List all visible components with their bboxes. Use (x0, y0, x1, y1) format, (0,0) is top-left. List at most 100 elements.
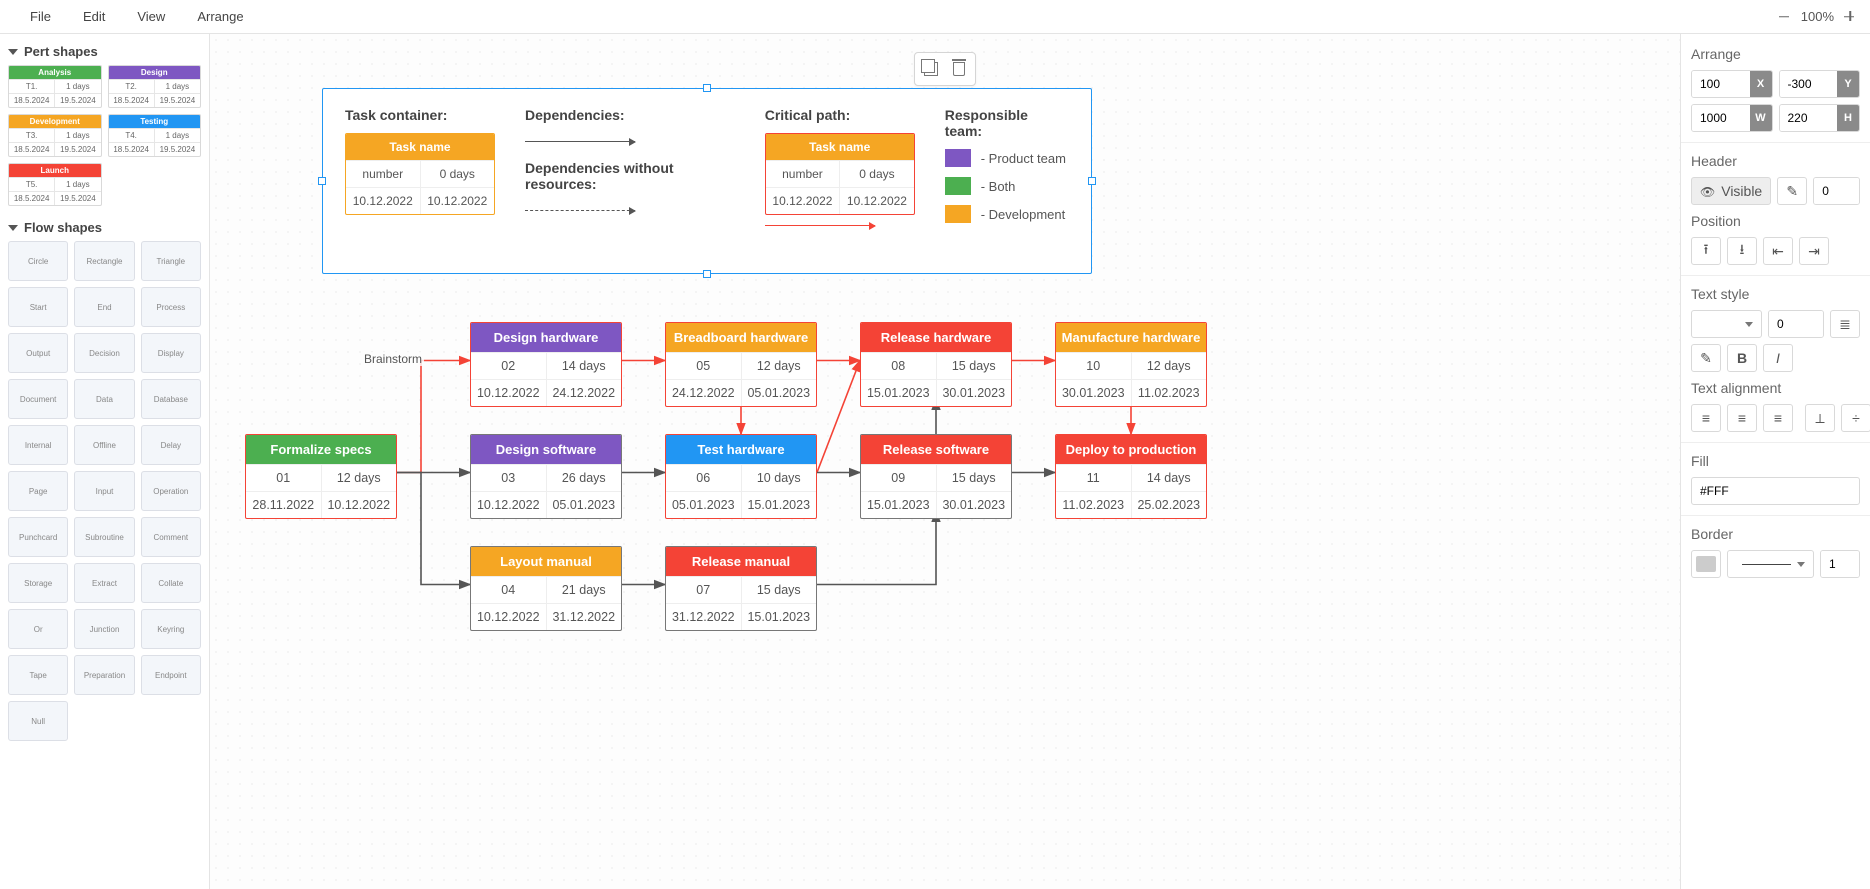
pos-top[interactable]: ⭱ (1691, 237, 1721, 265)
color-swatch (1696, 556, 1716, 572)
border-width-field[interactable] (1820, 550, 1860, 578)
task-card-formalize[interactable]: Formalize specs0112 days28.11.202210.12.… (245, 434, 397, 519)
flow-shape-item[interactable]: Start (8, 287, 68, 327)
section-label: Fill (1691, 453, 1860, 469)
visible-toggle[interactable]: Visible (1691, 177, 1771, 205)
flow-shape-item[interactable]: Process (141, 287, 201, 327)
flow-shape-item[interactable]: Offline (74, 425, 134, 465)
flow-shape-item[interactable]: Decision (74, 333, 134, 373)
task-card-relsw[interactable]: Release software0915 days15.01.202330.01… (860, 434, 1012, 519)
section-label: Position (1691, 213, 1860, 229)
flow-shape-item[interactable]: Document (8, 379, 68, 419)
flow-shape-item[interactable]: Keyring (141, 609, 201, 649)
flow-shape-item[interactable]: Tape (8, 655, 68, 695)
font-select[interactable] (1691, 310, 1762, 338)
flow-shape-item[interactable]: Extract (74, 563, 134, 603)
flow-shape-item[interactable]: Database (141, 379, 201, 419)
task-card-dhw[interactable]: Design hardware0214 days10.12.202224.12.… (470, 322, 622, 407)
flow-shape-item[interactable]: Input (74, 471, 134, 511)
legend-container[interactable]: Task container: Task name number0 days 1… (322, 88, 1092, 274)
canvas[interactable]: Task container: Task name number0 days 1… (210, 34, 1680, 889)
legend-label: Critical path: (765, 107, 915, 123)
valign-bottom[interactable]: ⟂ (1805, 404, 1835, 432)
bold-button[interactable]: B (1727, 344, 1757, 372)
copy-button[interactable] (919, 57, 943, 81)
pert-shape-item[interactable]: DesignT2.1 days18.5.202419.5.2024 (108, 65, 202, 108)
h-field[interactable]: H (1779, 104, 1861, 132)
resize-handle[interactable] (318, 177, 326, 185)
flow-shape-item[interactable]: Subroutine (74, 517, 134, 557)
pert-shape-item[interactable]: DevelopmentT3.1 days18.5.202419.5.2024 (8, 114, 102, 157)
text-color-button[interactable]: ✎ (1691, 344, 1721, 372)
flow-shape-item[interactable]: Collate (141, 563, 201, 603)
pert-shape-item[interactable]: LaunchT5.1 days18.5.202419.5.2024 (8, 163, 102, 206)
pos-right[interactable]: ⇥ (1799, 237, 1829, 265)
flow-shape-item[interactable]: Triangle (141, 241, 201, 281)
task-card-layout[interactable]: Layout manual0421 days10.12.202231.12.20… (470, 546, 622, 631)
flow-shape-item[interactable]: Punchcard (8, 517, 68, 557)
fill-field[interactable] (1691, 477, 1860, 505)
valign-middle[interactable]: ÷ (1841, 404, 1870, 432)
resize-handle[interactable] (1088, 177, 1096, 185)
task-card-bread[interactable]: Breadboard hardware0512 days24.12.202205… (665, 322, 817, 407)
color-swatch (945, 149, 971, 167)
menu-arrange[interactable]: Arrange (181, 3, 259, 30)
header-value-field[interactable]: H (1813, 177, 1860, 205)
flow-shape-item[interactable]: Preparation (74, 655, 134, 695)
x-field[interactable]: X (1691, 70, 1773, 98)
flow-shape-item[interactable]: Output (8, 333, 68, 373)
flow-shape-item[interactable]: Comment (141, 517, 201, 557)
pert-shape-item[interactable]: AnalysisT1.1 days18.5.202419.5.2024 (8, 65, 102, 108)
flow-shape-item[interactable]: Storage (8, 563, 68, 603)
legend-label: Task container: (345, 107, 495, 123)
flow-shape-item[interactable]: Data (74, 379, 134, 419)
flow-shape-item[interactable]: Circle (8, 241, 68, 281)
task-card-relhw[interactable]: Release hardware0815 days15.01.202330.01… (860, 322, 1012, 407)
dashed-arrow-icon (525, 210, 635, 211)
flow-shape-item[interactable]: Null (8, 701, 68, 741)
border-style-select[interactable] (1727, 550, 1814, 578)
flow-shape-item[interactable]: Rectangle (74, 241, 134, 281)
align-right[interactable]: ≡ (1763, 404, 1793, 432)
flow-shape-item[interactable]: Operation (141, 471, 201, 511)
line-height-button[interactable]: ≣ (1830, 310, 1860, 338)
flow-shape-item[interactable]: Internal (8, 425, 68, 465)
resize-handle[interactable] (703, 84, 711, 92)
border-color-button[interactable] (1691, 550, 1721, 578)
italic-button[interactable]: I (1763, 344, 1793, 372)
zoom-out-icon[interactable] (1779, 11, 1791, 23)
pert-shape-item[interactable]: TestingT4.1 days18.5.202419.5.2024 (108, 114, 202, 157)
flow-shape-item[interactable]: Page (8, 471, 68, 511)
task-card-testhw[interactable]: Test hardware0610 days05.01.202315.01.20… (665, 434, 817, 519)
flow-shape-item[interactable]: Junction (74, 609, 134, 649)
line-preview (1742, 564, 1791, 565)
properties-panel: Arrange X Y W H Header Visible ✎ H Posit… (1680, 34, 1870, 889)
flow-shape-item[interactable]: Or (8, 609, 68, 649)
task-card-relman[interactable]: Release manual0715 days31.12.202215.01.2… (665, 546, 817, 631)
pos-left[interactable]: ⇤ (1763, 237, 1793, 265)
task-card-deploy[interactable]: Deploy to production1114 days11.02.20232… (1055, 434, 1207, 519)
menu-view[interactable]: View (121, 3, 181, 30)
y-field[interactable]: Y (1779, 70, 1861, 98)
task-card-mfg[interactable]: Manufacture hardware1012 days30.01.20231… (1055, 322, 1207, 407)
selection-toolbar (914, 52, 976, 86)
flow-shape-item[interactable]: End (74, 287, 134, 327)
menu-file[interactable]: File (14, 3, 67, 30)
delete-button[interactable] (947, 57, 971, 81)
pos-bottom[interactable]: ⭳ (1727, 237, 1757, 265)
eye-icon (1700, 183, 1715, 199)
flow-section-title[interactable]: Flow shapes (8, 220, 201, 235)
flow-shape-item[interactable]: Delay (141, 425, 201, 465)
align-center[interactable]: ≡ (1727, 404, 1757, 432)
font-size-field[interactable] (1768, 310, 1824, 338)
flow-shape-item[interactable]: Endpoint (141, 655, 201, 695)
color-picker-button[interactable]: ✎ (1777, 177, 1807, 205)
resize-handle[interactable] (703, 270, 711, 278)
w-field[interactable]: W (1691, 104, 1773, 132)
task-card-dsw[interactable]: Design software0326 days10.12.202205.01.… (470, 434, 622, 519)
align-left[interactable]: ≡ (1691, 404, 1721, 432)
zoom-in-icon[interactable] (1844, 11, 1856, 23)
pert-section-title[interactable]: Pert shapes (8, 44, 201, 59)
flow-shape-item[interactable]: Display (141, 333, 201, 373)
menu-edit[interactable]: Edit (67, 3, 121, 30)
